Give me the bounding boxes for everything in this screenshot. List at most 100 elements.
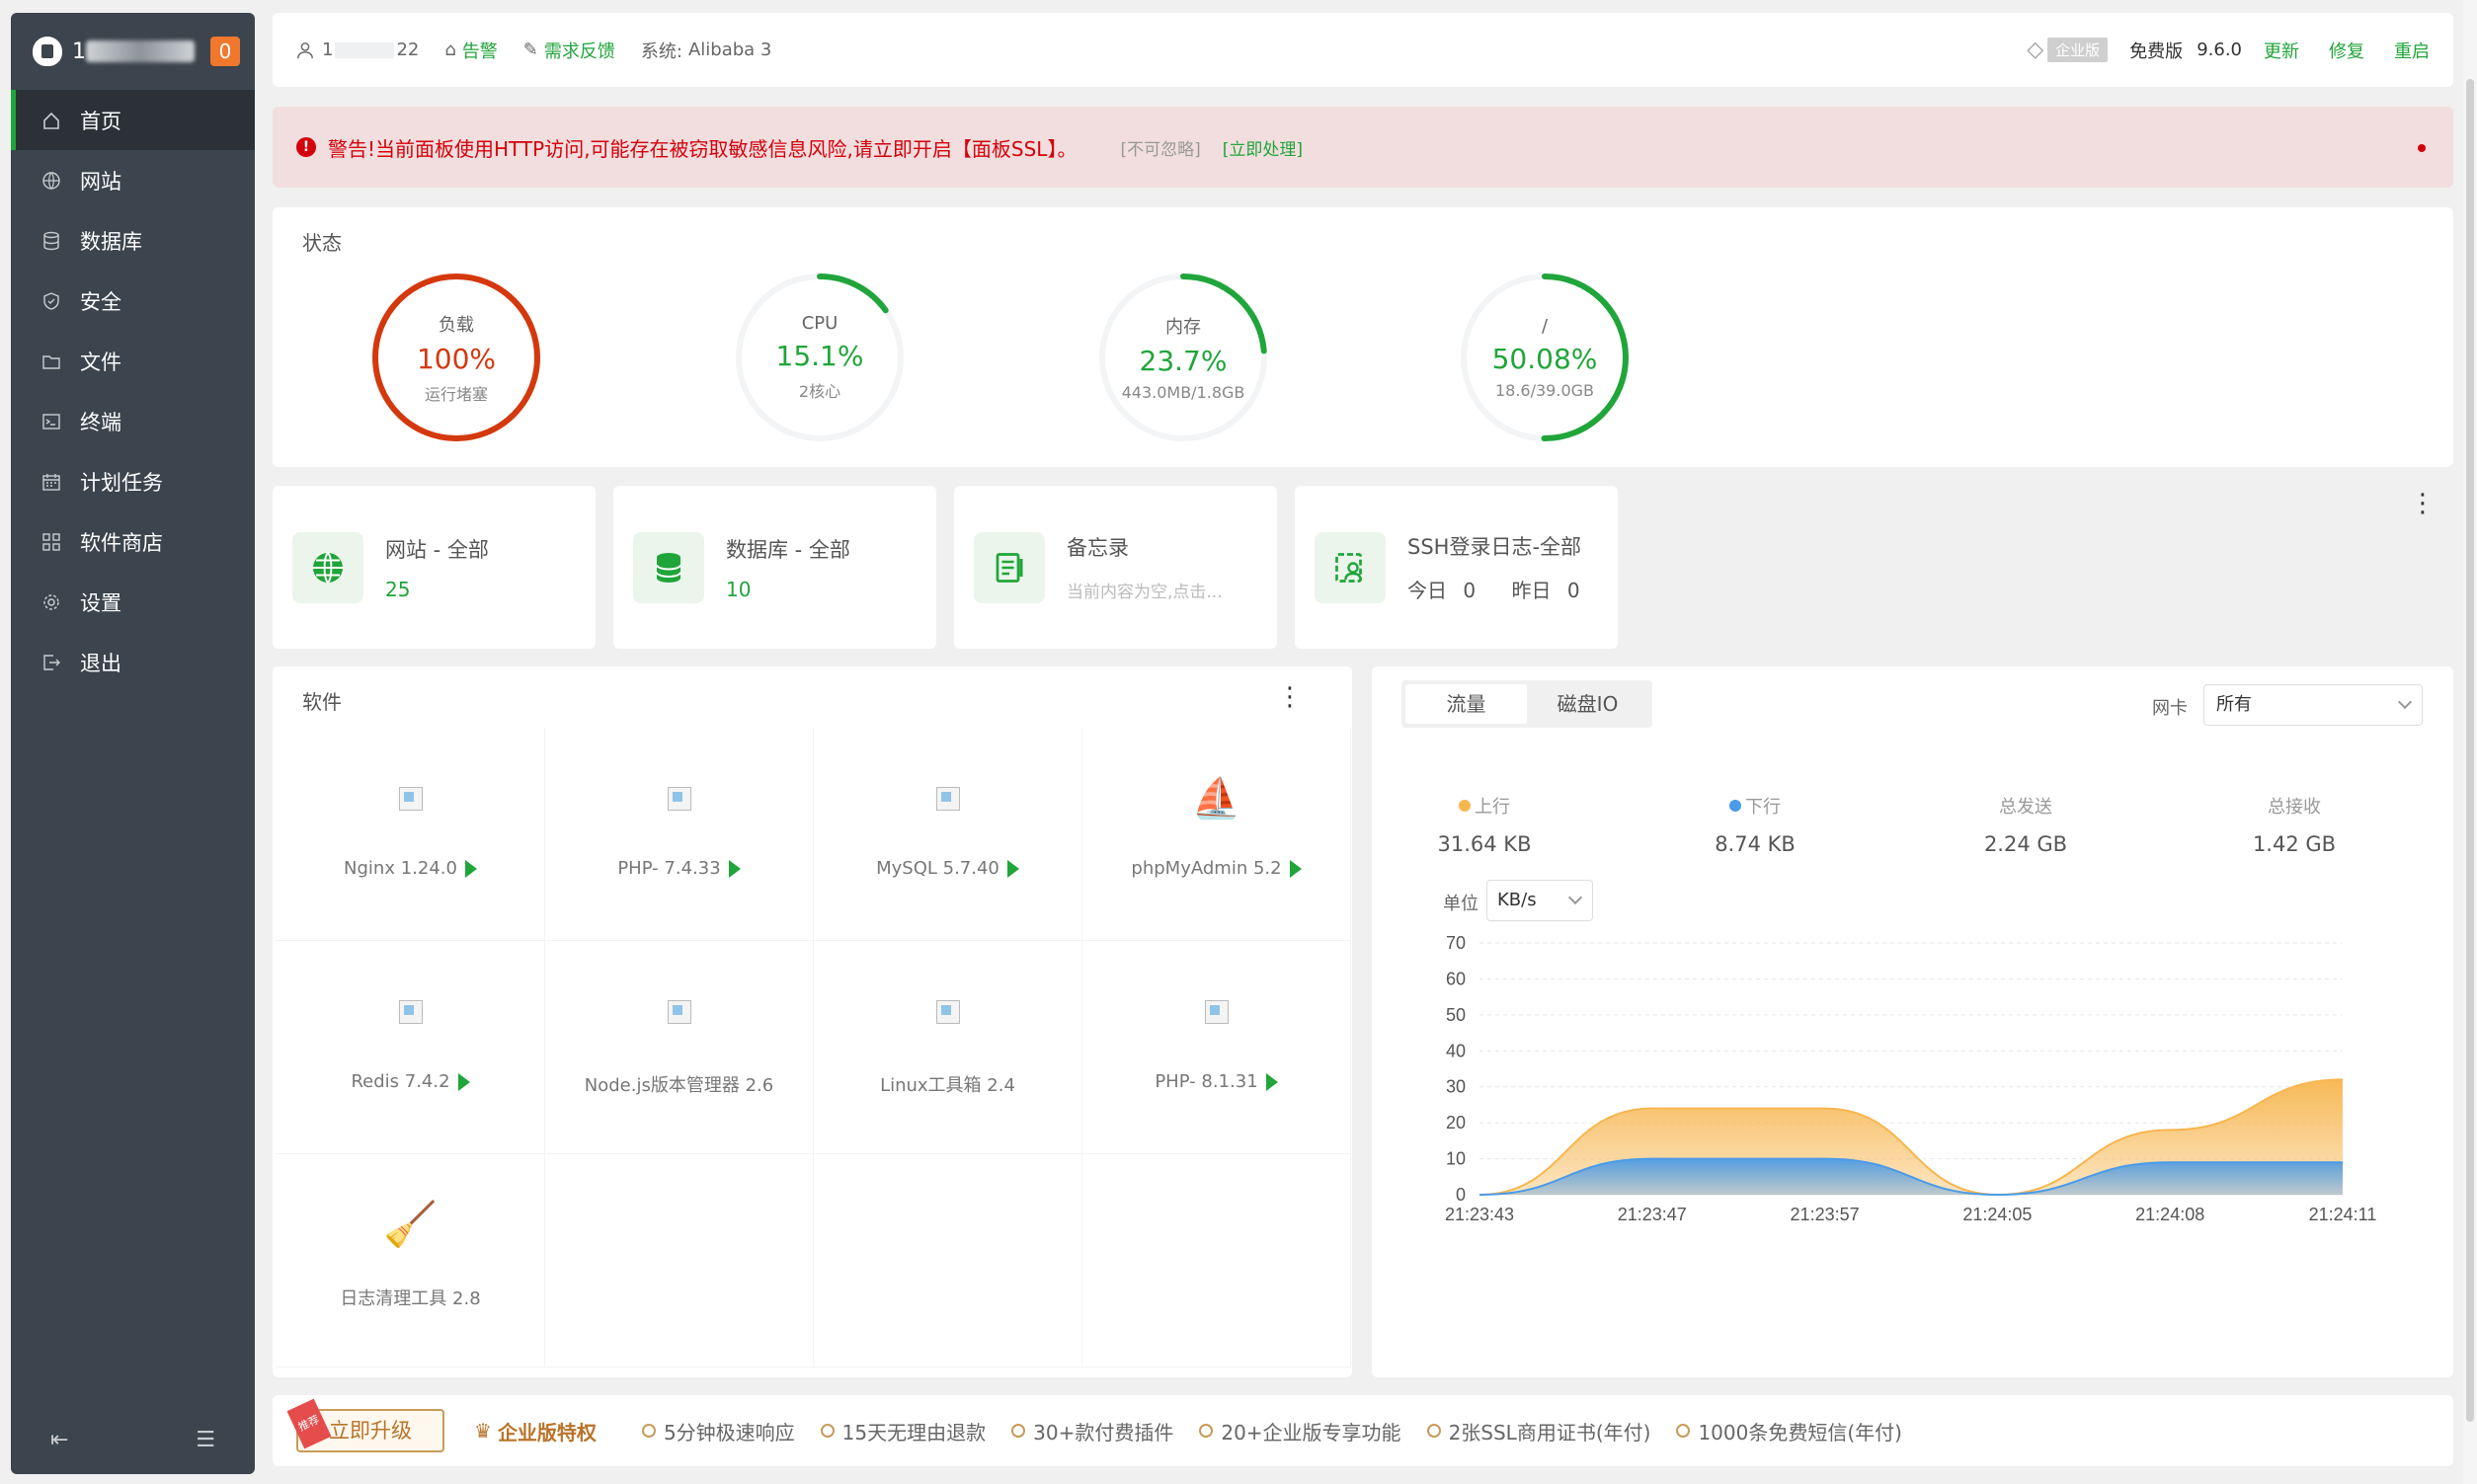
play-icon[interactable] (1006, 859, 1019, 878)
enterprise-badge[interactable]: 企业版 (2047, 38, 2109, 62)
nic-select[interactable]: 所有 (2203, 684, 2423, 726)
feedback-link[interactable]: ✎ 需求反馈 (523, 38, 615, 63)
gauge-value: 50.08% (1491, 342, 1598, 375)
software-image (935, 1000, 960, 1024)
scrollbar-thumb[interactable] (2466, 79, 2474, 1422)
calendar-icon (40, 471, 62, 493)
software-image (667, 1000, 691, 1024)
software-item[interactable]: MySQL 5.7.40 (814, 728, 1082, 941)
ssh-log-card[interactable]: SSH登录日志-全部 今日 0 昨日 0 (1295, 486, 1618, 649)
user-redacted (335, 41, 395, 58)
y-tick-label: 70 (1446, 933, 1466, 953)
x-tick-label: 21:24:05 (1962, 1205, 2032, 1224)
stat-label: 上行 (1475, 797, 1510, 818)
handle-now-link[interactable]: [立即处理] (1223, 135, 1303, 160)
gauge-1[interactable]: CPU 15.1% 2核心 (731, 269, 909, 446)
bell-icon: ⌂ (444, 39, 456, 60)
feature-item: 15天无理由退款 (820, 1417, 987, 1445)
feature-label: 2张SSL商用证书(年付) (1448, 1420, 1651, 1445)
sidebar-item-logout[interactable]: 退出 (11, 632, 255, 692)
sidebar-item-grid[interactable]: 软件商店 (11, 511, 255, 572)
feature-item: 2张SSL商用证书(年付) (1426, 1417, 1651, 1445)
feature-label: 20+企业版专享功能 (1221, 1420, 1401, 1445)
feedback-label: 需求反馈 (543, 40, 615, 62)
repair-button[interactable]: 修复 (2329, 38, 2364, 63)
feature-label: 15天无理由退款 (841, 1420, 987, 1445)
upgrade-bar: 推荐 立即升级 ♛ 企业版特权 5分钟极速响应 15天无理由退款 30+款付费插件 2… (273, 1395, 2453, 1466)
software-name: PHP- 7.4.33 (617, 858, 721, 879)
software-name: Linux工具箱 2.4 (880, 1075, 1015, 1096)
traffic-tabs: 流量 磁盘IO (1401, 680, 1652, 728)
site-card[interactable]: 网站 - 全部 25 (273, 486, 596, 649)
gauge-value: 15.1% (775, 340, 864, 372)
play-icon[interactable] (728, 859, 741, 878)
sidebar-item-database[interactable]: 数据库 (11, 210, 255, 271)
software-item[interactable]: ⛵ phpMyAdmin 5.2 (1082, 728, 1351, 941)
edit-icon: ✎ (522, 39, 538, 60)
logo[interactable]: 1 0 (11, 13, 255, 90)
software-more-icon[interactable]: ⋮ (1277, 682, 1303, 712)
stat-value: 31.64 KB (1437, 832, 1532, 856)
software-item[interactable]: Redis 7.4.2 (277, 941, 545, 1154)
top-bar: 1 22 ⌂ 告警 ✎ 需求反馈 系统: Alibaba 3 ◇ 企业版 免费版… (273, 13, 2453, 87)
more-options-icon[interactable]: ⋮ (2410, 489, 2436, 518)
sidebar-item-shield[interactable]: 安全 (11, 271, 255, 331)
sidebar-item-label: 安全 (80, 289, 121, 314)
restart-button[interactable]: 重启 (2394, 38, 2430, 63)
unit-select[interactable]: KB/s (1486, 880, 1593, 921)
upgrade-button[interactable]: 推荐 立即升级 (286, 1398, 444, 1452)
feature-icon (1676, 1424, 1691, 1438)
traffic-panel: 流量 磁盘IO 网卡 所有 上行 31.64 KB 下行 8.74 KB 总发送 2.24… (1372, 666, 2453, 1377)
database-icon (633, 531, 704, 603)
play-icon[interactable] (1265, 1072, 1278, 1091)
x-tick-label: 21:23:57 (1791, 1205, 1860, 1224)
memo-card-title: 备忘录 (1067, 536, 1129, 560)
notification-badge[interactable]: 0 (210, 37, 240, 66)
play-icon[interactable] (457, 1072, 470, 1091)
collapse-icon[interactable]: ⇤ (50, 1428, 68, 1452)
database-card-title: 数据库 - 全部 (726, 537, 850, 562)
diamond-icon: ◇ (2027, 38, 2044, 62)
empty-cell (814, 1154, 1082, 1367)
logout-icon (40, 652, 62, 673)
gauge-0[interactable]: 负载 100% 运行堵塞 (367, 269, 545, 446)
enterprise-title: 企业版特权 (497, 1420, 597, 1445)
software-item[interactable]: PHP- 8.1.31 (1082, 941, 1351, 1154)
menu-icon[interactable]: ☰ (196, 1428, 215, 1452)
software-item[interactable]: Node.js版本管理器 2.6 (545, 941, 814, 1154)
site-count[interactable]: 25 (385, 578, 489, 601)
database-card[interactable]: 数据库 - 全部 10 (613, 486, 936, 649)
sidebar-item-label: 软件商店 (80, 530, 163, 555)
alerts-link[interactable]: ⌂ 告警 (444, 38, 497, 63)
sidebar-item-home[interactable]: 首页 (11, 90, 255, 150)
software-image (935, 787, 960, 811)
empty-cell (545, 1154, 814, 1367)
gauge-3[interactable]: / 50.08% 18.6/39.0GB (1456, 269, 1634, 446)
feature-item: 5分钟极速响应 (641, 1417, 795, 1445)
sidebar-item-calendar[interactable]: 计划任务 (11, 451, 255, 511)
legend-dot (1729, 800, 1741, 812)
software-item[interactable]: Nginx 1.24.0 (277, 728, 545, 941)
memo-card[interactable]: 备忘录 当前内容为空,点击... (954, 486, 1277, 649)
play-icon[interactable] (1289, 859, 1302, 878)
sidebar-item-folder[interactable]: 文件 (11, 331, 255, 391)
sidebar-item-globe[interactable]: 网站 (11, 150, 255, 210)
software-item[interactable]: 🧹 日志清理工具 2.8 (277, 1154, 545, 1367)
update-button[interactable]: 更新 (2264, 38, 2299, 63)
globe-icon (292, 531, 363, 603)
software-item[interactable]: PHP- 7.4.33 (545, 728, 814, 941)
sidebar-item-label: 数据库 (80, 229, 142, 254)
software-name: phpMyAdmin 5.2 (1131, 858, 1282, 879)
tab-disk-io[interactable]: 磁盘IO (1527, 684, 1648, 724)
software-item[interactable]: Linux工具箱 2.4 (814, 941, 1082, 1154)
database-count[interactable]: 10 (726, 578, 850, 601)
user-info[interactable]: 1 22 (296, 39, 419, 60)
gauge-2[interactable]: 内存 23.7% 443.0MB/1.8GB (1094, 269, 1272, 446)
user-suffix: 22 (396, 39, 420, 60)
sidebar-item-gear[interactable]: 设置 (11, 572, 255, 632)
memo-placeholder: 当前内容为空,点击... (1067, 583, 1223, 602)
software-image (398, 787, 423, 811)
play-icon[interactable] (464, 859, 477, 878)
tab-traffic[interactable]: 流量 (1405, 684, 1527, 724)
sidebar-item-terminal[interactable]: 终端 (11, 391, 255, 451)
